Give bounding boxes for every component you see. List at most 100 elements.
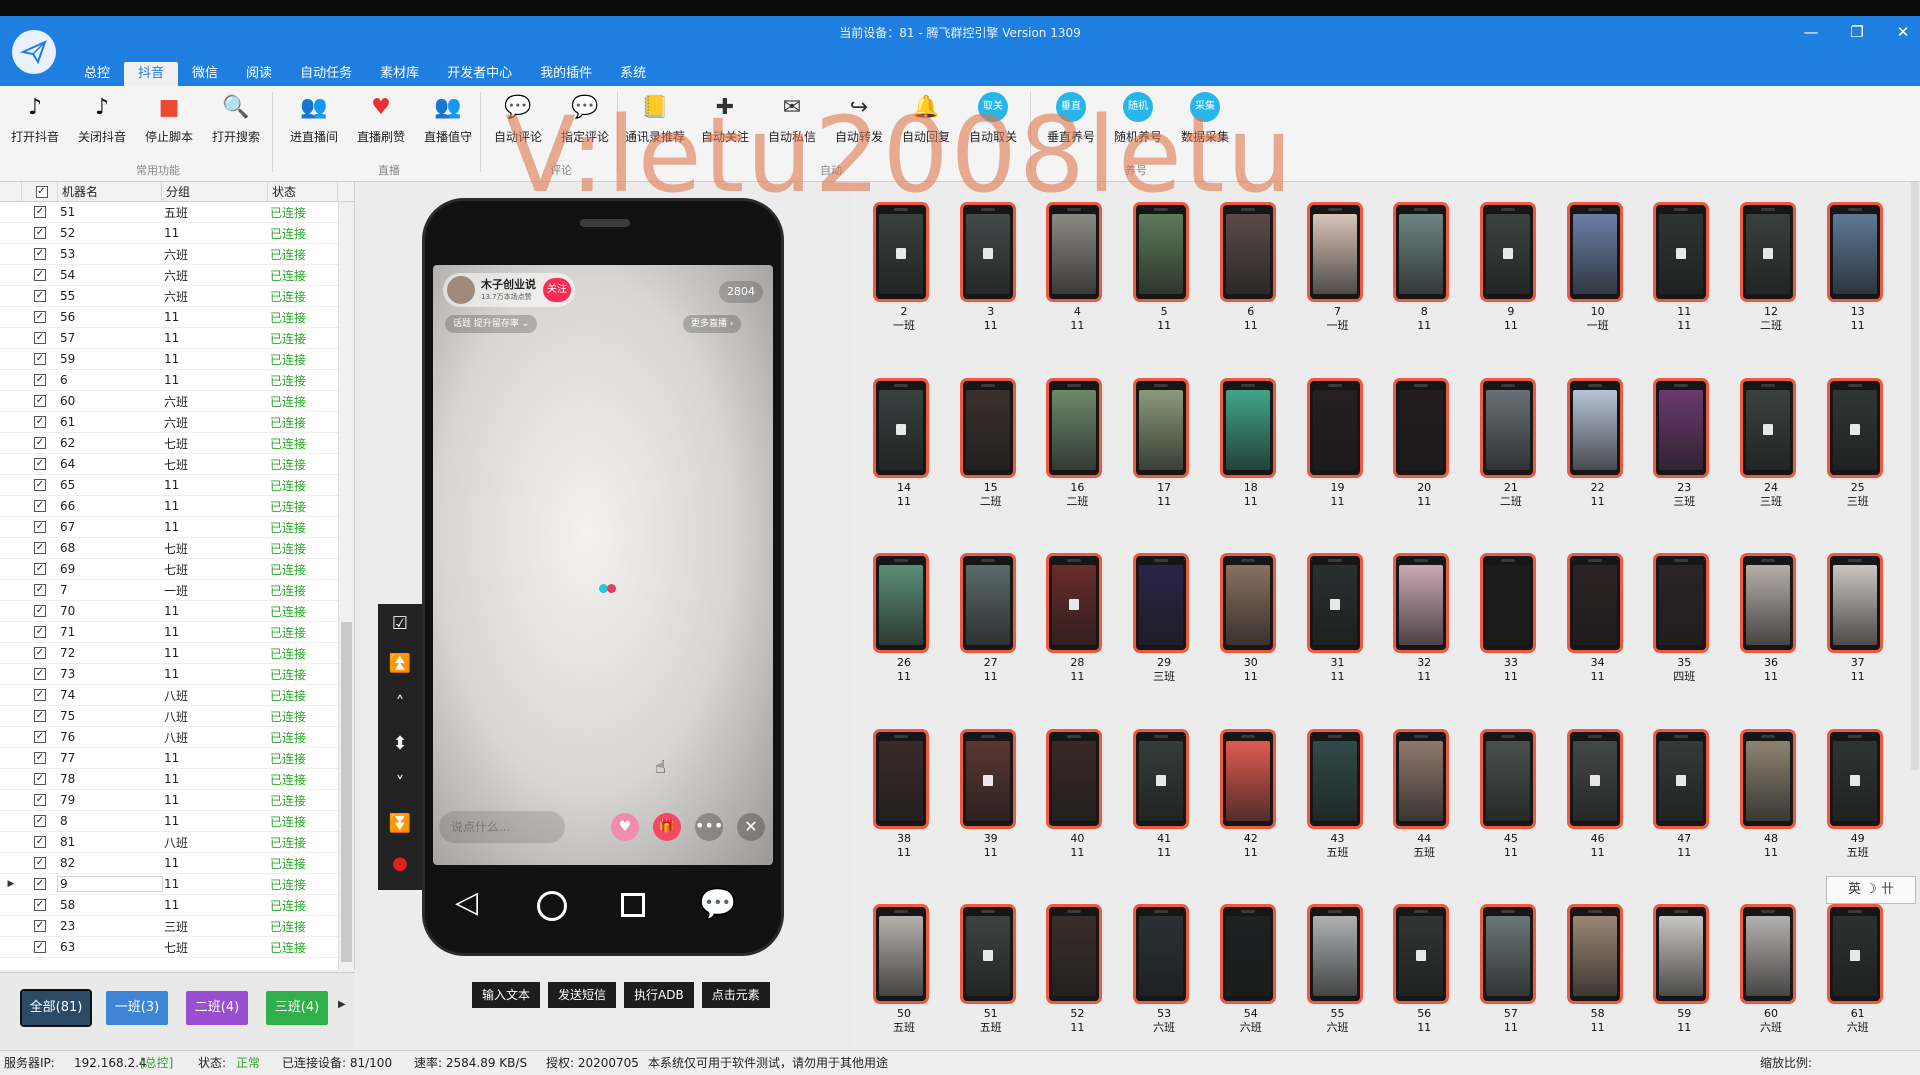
device-thumbnail[interactable] bbox=[1046, 553, 1103, 653]
device-thumbnail[interactable] bbox=[1393, 377, 1450, 478]
recents-nav-icon[interactable] bbox=[621, 893, 645, 917]
device-thumbnail[interactable] bbox=[1133, 202, 1190, 302]
table-row[interactable]: ✓ 70 11 已连接 bbox=[0, 601, 354, 622]
row-checkbox[interactable]: ✓ bbox=[34, 731, 46, 743]
device-thumbnail[interactable] bbox=[1566, 553, 1623, 653]
device-thumbnail[interactable] bbox=[1479, 553, 1536, 653]
device-thumbnail[interactable] bbox=[1133, 728, 1190, 829]
table-row[interactable]: ✓ 78 11 已连接 bbox=[0, 769, 354, 790]
tool-button-14[interactable]: 取关 自动取关 bbox=[960, 90, 1026, 152]
device-thumbnail[interactable] bbox=[1740, 377, 1796, 478]
tool-button-7[interactable]: 💬 自动评论 bbox=[485, 90, 551, 152]
device-thumbnail[interactable] bbox=[1653, 728, 1710, 829]
tool-button-5[interactable]: ♥ 直播刷赞 bbox=[348, 90, 414, 152]
table-row[interactable]: ✓ 67 11 已连接 bbox=[0, 517, 354, 538]
table-row[interactable]: ✓ 53 六班 已连接 bbox=[0, 244, 354, 265]
row-checkbox[interactable]: ✓ bbox=[34, 374, 46, 386]
row-checkbox[interactable]: ✓ bbox=[34, 752, 46, 764]
ime-indicator[interactable]: 英 ☽ 卄 bbox=[1826, 876, 1916, 904]
table-row[interactable]: ✓ 82 11 已连接 bbox=[0, 853, 354, 874]
group-button-1[interactable]: 一班(3) bbox=[106, 991, 168, 1025]
device-thumbnail[interactable] bbox=[1133, 904, 1190, 1004]
table-row[interactable]: ✓ 55 六班 已连接 bbox=[0, 286, 354, 307]
home-nav-icon[interactable] bbox=[537, 891, 567, 921]
row-checkbox[interactable]: ✓ bbox=[34, 227, 46, 239]
row-checkbox[interactable]: ✓ bbox=[34, 416, 46, 428]
menu-tab-7[interactable]: 我的插件 bbox=[526, 62, 606, 86]
row-checkbox[interactable]: ✓ bbox=[34, 479, 46, 491]
follow-button[interactable]: 关注 bbox=[543, 278, 571, 302]
tool-button-2[interactable]: ■ 停止脚本 bbox=[136, 90, 202, 152]
device-thumbnail[interactable] bbox=[873, 904, 929, 1004]
device-thumbnail[interactable] bbox=[1740, 728, 1796, 829]
up-down-icon[interactable]: ⬍ bbox=[378, 724, 422, 764]
back-nav-icon[interactable]: ◁ bbox=[455, 885, 478, 920]
close-icon[interactable]: ✕ bbox=[737, 813, 765, 841]
device-thumbnail[interactable] bbox=[1653, 553, 1710, 653]
row-checkbox[interactable]: ✓ bbox=[34, 689, 46, 701]
device-thumbnail[interactable] bbox=[1393, 728, 1450, 829]
menu-tab-0[interactable]: 总控 bbox=[70, 62, 124, 86]
close-button[interactable]: ✕ bbox=[1888, 20, 1918, 44]
header-check[interactable]: ✓ bbox=[22, 182, 58, 202]
phone-screen[interactable]: 木子创业说 13.7万本场点赞 关注 2804 话题 提升留存率 ⌄ 更多直播 … bbox=[433, 265, 773, 865]
device-thumbnail[interactable] bbox=[1046, 377, 1103, 478]
row-checkbox[interactable]: ✓ bbox=[34, 206, 46, 218]
device-thumbnail[interactable] bbox=[1306, 553, 1363, 653]
tool-button-6[interactable]: 👥 直播值守 bbox=[415, 90, 481, 152]
table-row[interactable]: ✓ 54 六班 已连接 bbox=[0, 265, 354, 286]
device-thumbnail[interactable] bbox=[873, 202, 929, 302]
tool-button-0[interactable]: ♪ 打开抖音 bbox=[2, 90, 68, 152]
device-thumbnail[interactable] bbox=[1306, 202, 1363, 302]
device-thumbnail[interactable] bbox=[1306, 904, 1363, 1004]
row-checkbox[interactable]: ✓ bbox=[34, 668, 46, 680]
table-row[interactable]: ✓ 65 11 已连接 bbox=[0, 475, 354, 496]
tool-button-9[interactable]: 📒 通讯录推荐 bbox=[622, 90, 688, 152]
action-button-1[interactable]: 发送短信 bbox=[548, 982, 617, 1008]
tool-button-8[interactable]: 💬 指定评论 bbox=[552, 90, 618, 152]
row-checkbox[interactable]: ✓ bbox=[34, 941, 46, 953]
device-thumbnail[interactable] bbox=[959, 202, 1016, 302]
row-checkbox[interactable]: ✓ bbox=[34, 710, 46, 722]
row-checkbox[interactable]: ✓ bbox=[34, 647, 46, 659]
tool-button-10[interactable]: ✚ 自动关注 bbox=[692, 90, 758, 152]
table-row[interactable]: ✓ 8 11 已连接 bbox=[0, 811, 354, 832]
device-thumbnail[interactable] bbox=[1479, 904, 1536, 1004]
table-row[interactable]: ✓ 64 七班 已连接 bbox=[0, 454, 354, 475]
row-checkbox[interactable]: ✓ bbox=[34, 605, 46, 617]
table-row[interactable]: ✓ 72 11 已连接 bbox=[0, 643, 354, 664]
table-row[interactable]: ✓ 68 七班 已连接 bbox=[0, 538, 354, 559]
device-thumbnail[interactable] bbox=[1826, 553, 1883, 653]
tool-button-4[interactable]: 👥 进直播间 bbox=[281, 90, 347, 152]
checkbox-icon[interactable]: ☑ bbox=[378, 604, 422, 644]
device-thumbnail[interactable] bbox=[1740, 904, 1796, 1004]
table-row[interactable]: ✓ 7 一班 已连接 bbox=[0, 580, 354, 601]
wechat-icon[interactable]: 💬 bbox=[699, 887, 736, 922]
list-scrollbar[interactable] bbox=[338, 202, 354, 970]
row-checkbox[interactable]: ✓ bbox=[34, 269, 46, 281]
device-thumbnail[interactable] bbox=[1479, 728, 1536, 829]
select-all-checkbox[interactable]: ✓ bbox=[35, 186, 48, 198]
device-thumbnail[interactable] bbox=[873, 377, 929, 478]
device-thumbnail[interactable] bbox=[1046, 728, 1103, 829]
device-thumbnail[interactable] bbox=[1133, 377, 1190, 478]
device-thumbnail[interactable] bbox=[1219, 904, 1276, 1004]
table-row[interactable]: ✓ 77 11 已连接 bbox=[0, 748, 354, 769]
row-checkbox[interactable]: ✓ bbox=[34, 248, 46, 260]
row-checkbox[interactable]: ✓ bbox=[34, 857, 46, 869]
menu-tab-6[interactable]: 开发者中心 bbox=[433, 62, 526, 86]
device-thumbnail[interactable] bbox=[1566, 202, 1623, 302]
heart-icon[interactable]: ♥ bbox=[611, 813, 639, 841]
device-thumbnail[interactable] bbox=[1393, 202, 1450, 302]
action-button-3[interactable]: 点击元素 bbox=[701, 982, 770, 1008]
table-row[interactable]: ✓ 75 八班 已连接 bbox=[0, 706, 354, 727]
table-row[interactable]: ✓ 57 11 已连接 bbox=[0, 328, 354, 349]
comment-input[interactable]: 说点什么... bbox=[439, 811, 565, 843]
device-thumbnail[interactable] bbox=[1566, 904, 1623, 1004]
table-row[interactable]: ✓ 76 八班 已连接 bbox=[0, 727, 354, 748]
row-checkbox[interactable]: ✓ bbox=[34, 395, 46, 407]
row-checkbox[interactable]: ✓ bbox=[34, 290, 46, 302]
device-thumbnail[interactable] bbox=[1393, 553, 1450, 653]
row-checkbox[interactable]: ✓ bbox=[34, 584, 46, 596]
device-thumbnail[interactable] bbox=[1653, 904, 1710, 1004]
